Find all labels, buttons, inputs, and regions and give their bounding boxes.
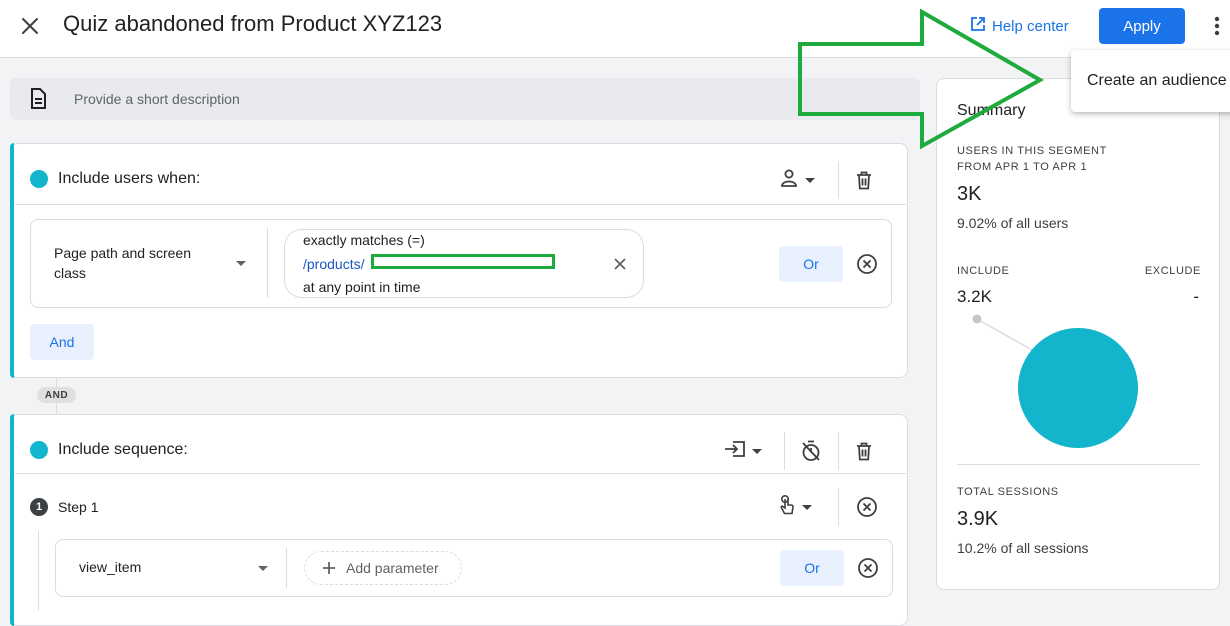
dropdown-arrow-icon	[805, 171, 815, 189]
sessions-percent: 10.2% of all sessions	[957, 540, 1089, 556]
date-range-caption: FROM APR 1 TO APR 1	[957, 161, 1088, 173]
redaction-box	[371, 254, 555, 269]
event-dropdown-arrow-icon[interactable]	[253, 559, 273, 579]
touch-icon	[778, 494, 796, 521]
and-button[interactable]: And	[30, 324, 94, 360]
description-icon	[28, 87, 48, 116]
connector-line	[56, 403, 57, 414]
header-divider	[784, 432, 785, 470]
delete-icon[interactable]	[850, 437, 878, 465]
description-input[interactable]	[74, 78, 774, 120]
person-icon	[779, 168, 799, 193]
summary-title: Summary	[957, 102, 1026, 119]
header-divider	[838, 432, 839, 470]
exclude-value: -	[1193, 287, 1199, 306]
condition-dot	[30, 170, 48, 188]
step-connector-line	[38, 531, 39, 611]
step-scope-dropdown[interactable]	[771, 493, 819, 521]
add-parameter-label: Add parameter	[346, 560, 439, 576]
dimension-dropdown-arrow-icon[interactable]	[231, 254, 251, 274]
add-parameter-button[interactable]: Add parameter	[304, 551, 462, 585]
include-users-heading: Include users when:	[58, 170, 201, 187]
users-caption: USERS IN THIS SEGMENT	[957, 145, 1107, 157]
connector-line	[56, 377, 57, 387]
add-icon	[322, 561, 336, 575]
include-pie-chart	[972, 314, 1138, 448]
delete-icon[interactable]	[850, 166, 878, 194]
timer-off-icon[interactable]	[797, 437, 825, 465]
clear-value-icon[interactable]	[610, 254, 630, 274]
row-divider	[286, 548, 287, 588]
pie-leader-line	[976, 318, 1042, 356]
row-divider	[267, 228, 268, 298]
include-caption: INCLUDE	[957, 265, 1010, 277]
more-vert-icon[interactable]	[1205, 13, 1229, 39]
summary-divider	[957, 464, 1200, 465]
menu-item-create-audience[interactable]: Create an audience	[1071, 50, 1230, 112]
help-center-link[interactable]: Help center	[970, 16, 1069, 36]
remove-step-icon[interactable]	[855, 495, 879, 519]
dropdown-arrow-icon	[802, 498, 812, 516]
summary-panel: Summary USERS IN THIS SEGMENT FROM APR 1…	[936, 78, 1220, 590]
dropdown-arrow-icon	[752, 442, 762, 460]
card-divider	[15, 204, 906, 205]
page-title: Quiz abandoned from Product XYZ123	[63, 11, 443, 36]
and-connector-chip: AND	[37, 387, 76, 403]
condition-dot	[30, 441, 48, 459]
sequence-scope-dropdown[interactable]	[719, 437, 767, 465]
close-icon[interactable]	[16, 12, 44, 40]
help-center-label: Help center	[992, 17, 1069, 35]
sequence-scope-icon	[724, 440, 746, 463]
operator-label: exactly matches (=)	[303, 232, 425, 248]
or-button[interactable]: Or	[779, 246, 843, 282]
scope-user-dropdown[interactable]	[773, 166, 821, 194]
remove-condition-icon[interactable]	[855, 252, 879, 276]
include-sequence-heading: Include sequence:	[58, 441, 188, 458]
open-in-new-icon	[970, 16, 986, 36]
event-name: view_item	[79, 559, 142, 575]
pie-leader-dot	[972, 314, 982, 324]
description-bar	[10, 78, 920, 120]
overflow-menu: Create an audience	[1071, 50, 1230, 112]
pie-slice-include	[1018, 328, 1138, 448]
step-label: Step 1	[58, 499, 99, 515]
time-scope-label: at any point in time	[303, 279, 421, 295]
value-text: /products/	[303, 256, 365, 272]
card-accent-bar	[10, 143, 14, 378]
dimension-label: Page path and screen class	[54, 245, 191, 281]
apply-button[interactable]: Apply	[1099, 8, 1185, 44]
card-accent-bar	[10, 414, 14, 626]
header-divider	[838, 161, 839, 199]
sessions-caption: TOTAL SESSIONS	[957, 486, 1059, 498]
exclude-caption: EXCLUDE	[1144, 265, 1201, 277]
card-divider	[15, 473, 906, 474]
users-value: 3K	[957, 183, 982, 205]
event-condition-row: view_item Add parameter Or	[55, 539, 893, 597]
sessions-value: 3.9K	[957, 508, 999, 530]
step-divider	[838, 488, 839, 526]
include-sequence-card: Include sequence: 1 Step 1 view_item Add…	[10, 414, 908, 626]
or-button[interactable]: Or	[780, 550, 844, 586]
step-number-badge: 1	[30, 498, 48, 516]
users-percent: 9.02% of all users	[957, 215, 1069, 231]
include-value: 3.2K	[957, 287, 992, 306]
remove-condition-icon[interactable]	[856, 556, 880, 580]
